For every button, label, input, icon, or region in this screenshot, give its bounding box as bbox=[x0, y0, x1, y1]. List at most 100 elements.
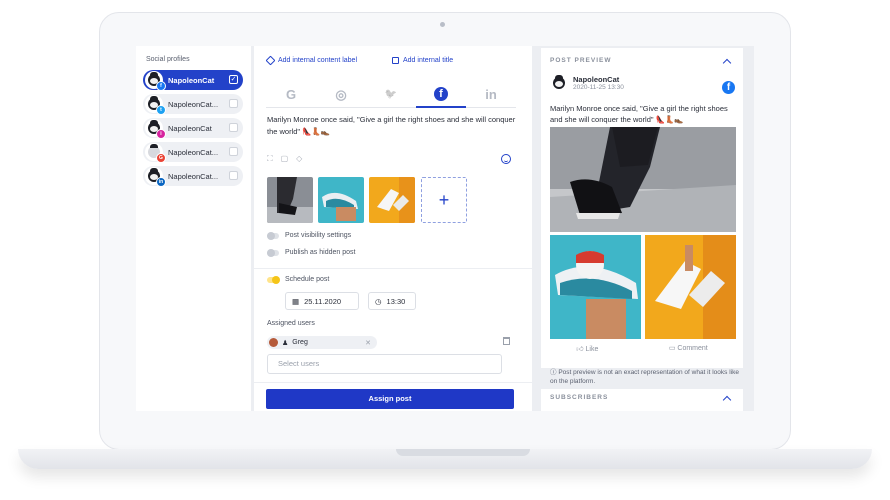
avatar: in bbox=[145, 167, 166, 187]
disclaimer-text: Post preview is not an exact representat… bbox=[550, 369, 739, 385]
profiles-panel: Social profiles f NapoleonCat ✓ t Napole… bbox=[136, 46, 251, 411]
tab-twitter[interactable]: 🐦 bbox=[366, 82, 416, 108]
preview-date: 2020-11-25 13:30 bbox=[573, 84, 624, 91]
preview-section-title: POST PREVIEW bbox=[550, 57, 612, 64]
like-button[interactable]: 👍︎ Like bbox=[576, 344, 598, 353]
divider bbox=[254, 382, 532, 383]
preview-actions: 👍︎ Like ▭ Comment bbox=[541, 344, 743, 353]
tab-linkedin[interactable]: in bbox=[466, 82, 516, 108]
facebook-badge-icon: f bbox=[156, 81, 166, 91]
avatar: G bbox=[145, 143, 166, 163]
schedule-label: Schedule post bbox=[285, 276, 330, 283]
comment-button[interactable]: ▭ Comment bbox=[669, 344, 708, 353]
scan-icon[interactable]: ⛶ bbox=[267, 154, 273, 164]
profile-name: NapoleonCat... bbox=[168, 99, 219, 109]
instagram-badge-icon: i bbox=[156, 129, 166, 139]
collapse-chevron-icon[interactable] bbox=[722, 58, 732, 68]
add-media-button[interactable]: + bbox=[421, 177, 467, 223]
profile-name: NapoleonCat bbox=[168, 123, 212, 133]
hidden-post-toggle[interactable] bbox=[267, 248, 279, 257]
google-badge-icon: G bbox=[156, 153, 166, 163]
preview-avatar bbox=[550, 74, 568, 92]
checkbox[interactable] bbox=[229, 123, 238, 132]
profile-item-facebook[interactable]: f NapoleonCat ✓ bbox=[143, 70, 243, 91]
tab-facebook[interactable]: f bbox=[416, 82, 466, 108]
avatar: f bbox=[145, 71, 166, 91]
linkedin-badge-icon: in bbox=[156, 177, 166, 187]
preview-image bbox=[550, 127, 736, 232]
preview-header: NapoleonCat 2020-11-25 13:30 bbox=[550, 74, 624, 92]
assign-post-button[interactable]: Assign post bbox=[266, 389, 514, 409]
trash-icon[interactable] bbox=[503, 337, 510, 345]
tab-google[interactable]: G bbox=[266, 82, 316, 108]
add-internal-title-text: Add internal title bbox=[403, 57, 454, 64]
calendar-icon: ▦ bbox=[292, 296, 300, 306]
add-internal-title-link[interactable]: Add internal title bbox=[392, 57, 453, 64]
media-thumbnail[interactable] bbox=[369, 177, 415, 223]
preview-image bbox=[550, 235, 641, 339]
checkbox[interactable] bbox=[229, 147, 238, 156]
checkbox[interactable] bbox=[229, 171, 238, 180]
preview-text: Marilyn Monroe once said, "Give a girl t… bbox=[550, 104, 728, 124]
profile-item-google[interactable]: G NapoleonCat... bbox=[143, 142, 243, 163]
facebook-icon: f bbox=[434, 87, 448, 101]
avatar: t bbox=[145, 95, 166, 115]
select-users-input[interactable]: Select users bbox=[267, 354, 502, 374]
assigned-users-label: Assigned users bbox=[267, 320, 315, 327]
add-content-label-link[interactable]: Add internal content label bbox=[265, 55, 357, 66]
clock-icon: ◷ bbox=[375, 296, 382, 306]
composer-panel: Add internal content label Add internal … bbox=[254, 46, 532, 411]
tab-instagram[interactable]: ◎ bbox=[316, 82, 366, 108]
tag-icon[interactable]: ◇ bbox=[296, 154, 302, 164]
time-value: 13:30 bbox=[386, 296, 406, 306]
app-screen: Social profiles f NapoleonCat ✓ t Napole… bbox=[136, 46, 754, 411]
add-content-label-text: Add internal content label bbox=[278, 57, 357, 64]
subscribers-title: SUBSCRIBERS bbox=[550, 394, 609, 401]
checkbox[interactable] bbox=[229, 99, 238, 108]
emoji-icon[interactable] bbox=[501, 154, 511, 164]
preview-image bbox=[645, 235, 736, 339]
collapse-chevron-icon[interactable] bbox=[722, 395, 732, 405]
post-text-editor[interactable]: Marilyn Monroe once said, "Give a girl t… bbox=[267, 114, 517, 138]
instagram-icon: ◎ bbox=[335, 86, 347, 102]
visibility-toggle[interactable] bbox=[267, 231, 279, 240]
post-preview-card: POST PREVIEW NapoleonCat 2020-11-25 13:3… bbox=[541, 48, 743, 368]
twitter-icon: 🐦 bbox=[384, 89, 398, 100]
editor-toolbar: ⛶ ▢ ◇ bbox=[267, 154, 302, 164]
date-field[interactable]: ▦ 25.11.2020 bbox=[285, 292, 359, 310]
edit-icon bbox=[392, 57, 399, 64]
image-icon[interactable]: ▢ bbox=[281, 154, 289, 164]
preview-disclaimer: ⓘ Post preview is not an exact represent… bbox=[550, 369, 746, 386]
profile-item-twitter[interactable]: t NapoleonCat... bbox=[143, 94, 243, 115]
tag-icon bbox=[265, 55, 276, 66]
profile-item-linkedin[interactable]: in NapoleonCat... bbox=[143, 166, 243, 187]
linkedin-icon: in bbox=[485, 87, 497, 102]
user-icon: ♟ bbox=[282, 339, 289, 347]
profile-name: NapoleonCat... bbox=[168, 171, 219, 181]
schedule-toggle[interactable] bbox=[267, 275, 280, 284]
media-thumbnail[interactable] bbox=[318, 177, 364, 223]
profile-item-instagram[interactable]: i NapoleonCat bbox=[143, 118, 243, 139]
visibility-toggle-row[interactable]: Post visibility settings bbox=[267, 231, 351, 240]
hidden-post-label: Publish as hidden post bbox=[285, 249, 356, 256]
assigned-user-chip: ♟ Greg ✕ bbox=[267, 336, 377, 349]
checkbox-checked[interactable]: ✓ bbox=[229, 75, 238, 84]
schedule-toggle-row[interactable]: Schedule post bbox=[267, 275, 330, 284]
date-value: 25.11.2020 bbox=[304, 296, 342, 306]
preview-profile-name: NapoleonCat bbox=[573, 75, 620, 84]
avatar: i bbox=[145, 119, 166, 139]
time-field[interactable]: ◷ 13:30 bbox=[368, 292, 416, 310]
google-icon: G bbox=[285, 87, 297, 102]
divider bbox=[254, 268, 532, 269]
thumbs-up-icon: 👍︎ bbox=[576, 346, 586, 353]
assigned-user-name: Greg bbox=[292, 339, 308, 346]
facebook-icon: f bbox=[722, 81, 735, 94]
hidden-toggle-row[interactable]: Publish as hidden post bbox=[267, 248, 356, 257]
network-tabs: G ◎ 🐦 f in bbox=[266, 82, 516, 108]
subscribers-card: SUBSCRIBERS bbox=[541, 389, 743, 411]
remove-user-icon[interactable]: ✕ bbox=[365, 339, 371, 347]
media-thumbnail[interactable] bbox=[267, 177, 313, 223]
camera-dot bbox=[440, 22, 445, 27]
laptop-base bbox=[18, 449, 872, 469]
profile-name: NapoleonCat... bbox=[168, 147, 219, 157]
